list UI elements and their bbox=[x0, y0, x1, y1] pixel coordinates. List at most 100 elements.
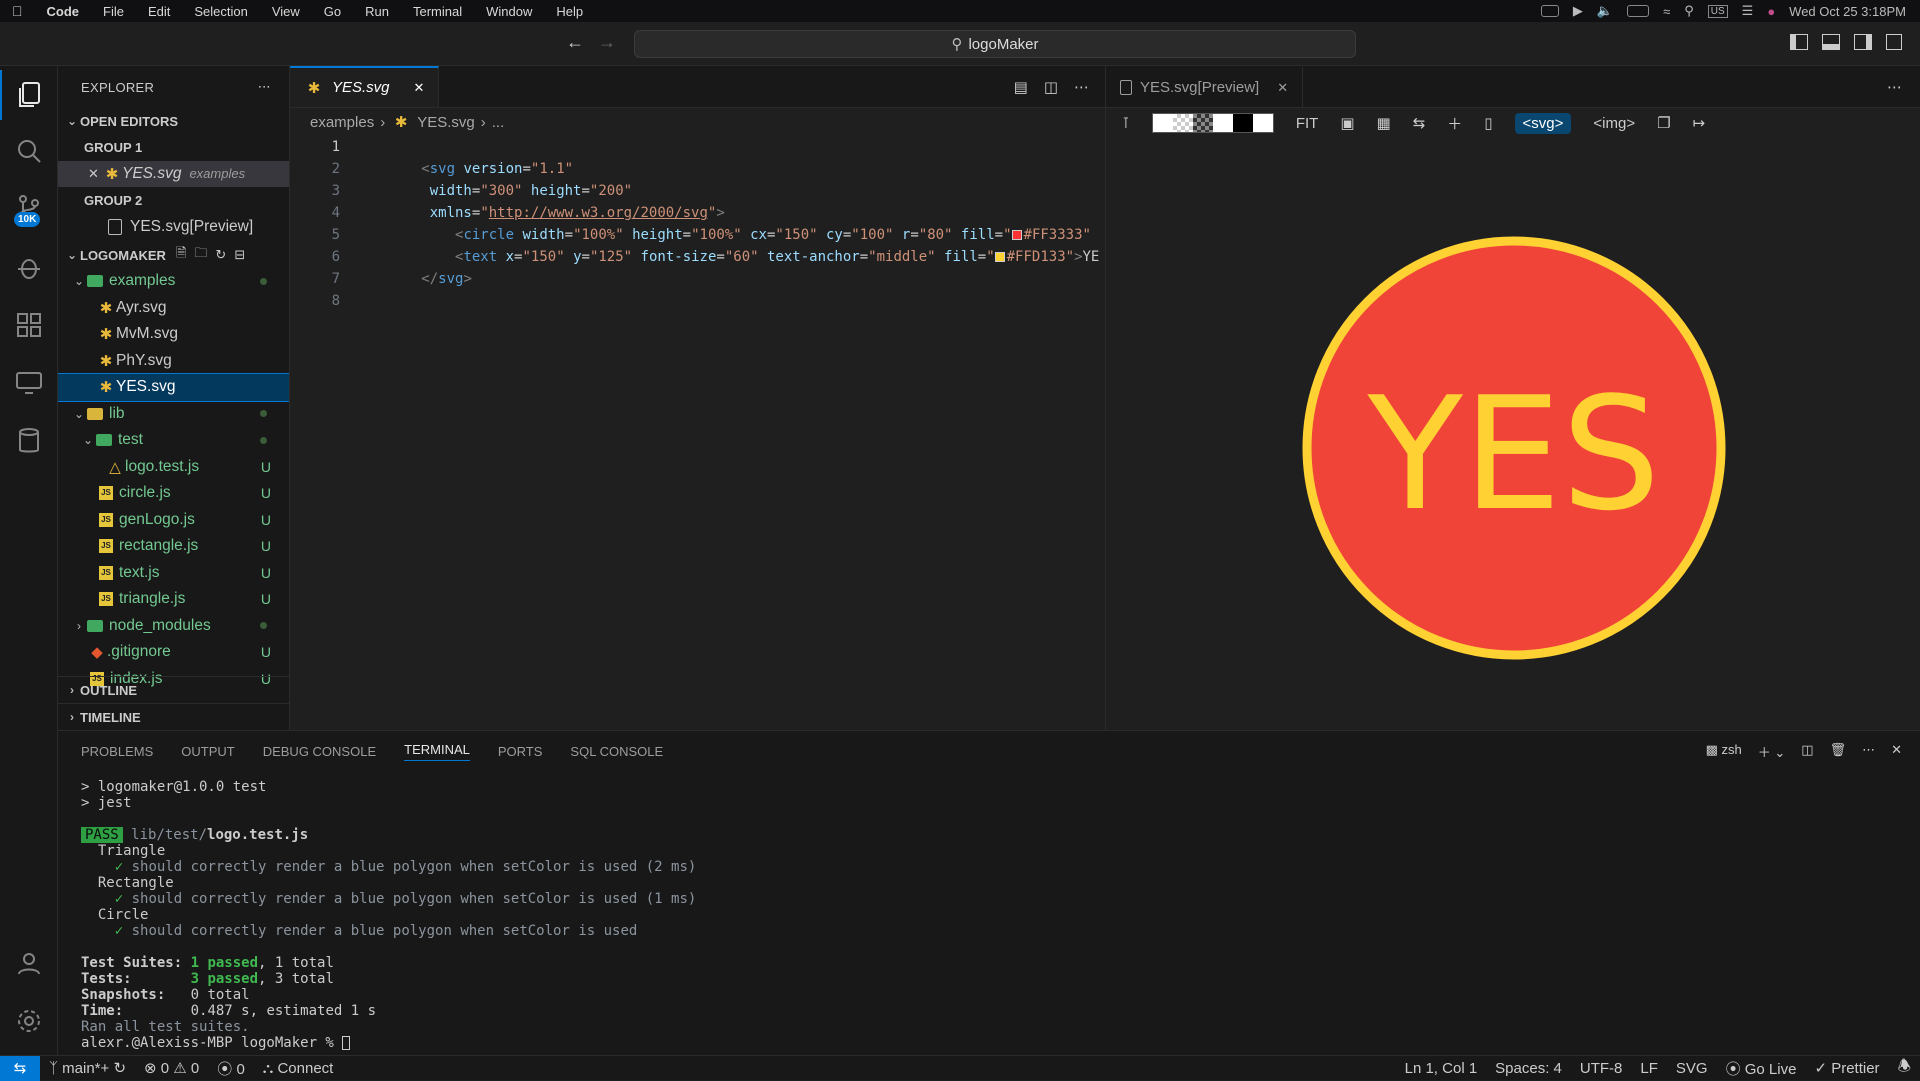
tree-item-phy-svg[interactable]: ✱ PhY.svg bbox=[58, 348, 289, 375]
color-swatch[interactable] bbox=[1011, 230, 1022, 240]
branch-indicator[interactable]: ᛉ main*+ ↻ bbox=[40, 1059, 135, 1077]
ports-indicator[interactable]: ⦿ 0 bbox=[208, 1058, 254, 1079]
open-editor-preview[interactable]: YES.svg[Preview] bbox=[58, 214, 289, 241]
spotlight-icon[interactable]: ⚲ bbox=[1684, 3, 1694, 19]
breadcrumb-folder[interactable]: examples bbox=[310, 114, 374, 131]
tree-item-test[interactable]: ⌄ test bbox=[58, 427, 289, 454]
database-icon[interactable] bbox=[0, 416, 58, 466]
tree-item-triangle-js[interactable]: JS triangle.js U bbox=[58, 586, 289, 613]
accounts-icon[interactable] bbox=[0, 938, 58, 988]
menu-go[interactable]: Go bbox=[312, 4, 353, 19]
cursor-position[interactable]: Ln 1, Col 1 bbox=[1396, 1060, 1487, 1077]
menu-selection[interactable]: Selection bbox=[182, 4, 259, 19]
background-picker[interactable] bbox=[1151, 113, 1274, 133]
tab-terminal[interactable]: TERMINAL bbox=[404, 742, 470, 761]
wifi-icon[interactable]: ≈ bbox=[1663, 4, 1670, 19]
notifications-bell-icon[interactable]: 🕭 bbox=[1889, 1056, 1920, 1081]
extensions-icon[interactable] bbox=[0, 300, 58, 350]
prettier-status[interactable]: ✓ Prettier bbox=[1805, 1059, 1888, 1077]
tab-output[interactable]: OUTPUT bbox=[181, 744, 234, 759]
toggle-panel-icon[interactable] bbox=[1822, 34, 1840, 50]
terminal-output[interactable]: > logomaker@1.0.0 test > jest PASS lib/te… bbox=[81, 779, 696, 1051]
breadcrumb-symbol[interactable]: ... bbox=[492, 114, 505, 131]
kill-terminal-icon[interactable]: 🗑 bbox=[1830, 742, 1847, 761]
open-external-icon[interactable]: ↦ bbox=[1693, 114, 1706, 132]
end-of-line[interactable]: LF bbox=[1631, 1060, 1667, 1077]
run-debug-icon[interactable] bbox=[0, 242, 58, 292]
explorer-icon[interactable] bbox=[0, 70, 58, 120]
refresh-icon[interactable]: ↻ bbox=[215, 247, 226, 263]
battery-icon[interactable] bbox=[1627, 5, 1650, 17]
tree-item-genlogo-js[interactable]: JS genLogo.js U bbox=[58, 507, 289, 534]
customize-layout-icon[interactable] bbox=[1886, 34, 1902, 50]
split-terminal-icon[interactable]: ◫ bbox=[1801, 742, 1813, 761]
menu-window[interactable]: Window bbox=[474, 4, 544, 19]
menu-terminal[interactable]: Terminal bbox=[401, 4, 474, 19]
copy-icon[interactable]: ❐ bbox=[1657, 114, 1670, 132]
menu-file[interactable]: File bbox=[91, 4, 136, 19]
close-icon[interactable]: ✕ bbox=[1277, 80, 1288, 96]
zoom-fit-icon[interactable]: ▣ bbox=[1340, 114, 1354, 132]
tree-item-examples[interactable]: ⌄ examples bbox=[58, 268, 289, 295]
terminal-shell-icon[interactable]: ▩ zsh bbox=[1706, 742, 1742, 761]
fit-button[interactable]: FIT bbox=[1296, 115, 1319, 132]
tree-item-yes-svg[interactable]: ✱ YES.svg bbox=[58, 373, 289, 402]
tree-item-rectangle-js[interactable]: JS rectangle.js U bbox=[58, 533, 289, 560]
siri-icon[interactable]: ● bbox=[1767, 4, 1775, 19]
settings-gear-icon[interactable] bbox=[0, 996, 58, 1046]
command-center-search[interactable]: ⚲ logoMaker bbox=[634, 30, 1356, 58]
control-center-icon[interactable]: ☰ bbox=[1742, 3, 1754, 19]
tab-sql-console[interactable]: SQL CONSOLE bbox=[570, 744, 663, 759]
tree-item-lib[interactable]: ⌄ lib bbox=[58, 401, 289, 428]
search-view-icon[interactable] bbox=[0, 126, 58, 176]
apple-icon[interactable]:  bbox=[0, 3, 35, 19]
split-editor-icon[interactable]: ◫ bbox=[1044, 78, 1058, 96]
swap-icon[interactable]: ⇆ bbox=[1413, 114, 1426, 132]
new-terminal-icon[interactable]: ＋ ⌄ bbox=[1758, 742, 1786, 761]
tab-debug-console[interactable]: DEBUG CONSOLE bbox=[263, 744, 376, 759]
open-editors-section[interactable]: ⌄ OPEN EDITORS bbox=[58, 108, 289, 134]
screen-mirror-icon[interactable] bbox=[1540, 5, 1559, 17]
language-mode[interactable]: SVG bbox=[1667, 1060, 1717, 1077]
go-live-button[interactable]: ⦿ Go Live bbox=[1717, 1058, 1806, 1079]
close-icon[interactable]: ✕ bbox=[88, 166, 102, 182]
breadcrumb-file[interactable]: YES.svg bbox=[417, 114, 475, 131]
tree-item-logo-test-js[interactable]: △ logo.test.js U bbox=[58, 454, 289, 481]
forward-arrow-icon[interactable]: → bbox=[598, 32, 616, 53]
open-preview-icon[interactable]: ▤ bbox=[1014, 78, 1028, 96]
document-icon[interactable]: ▯ bbox=[1484, 114, 1492, 132]
outline-section[interactable]: › OUTLINE bbox=[58, 676, 289, 703]
tab-yes-svg[interactable]: ✱ YES.svg ✕ bbox=[290, 66, 440, 107]
tree-item--gitignore[interactable]: ◆ .gitignore U bbox=[58, 639, 289, 666]
tree-item-ayr-svg[interactable]: ✱ Ayr.svg bbox=[58, 295, 289, 322]
tree-item-node-modules[interactable]: › node_modules bbox=[58, 613, 289, 640]
problems-indicator[interactable]: ⊗ 0 ⚠ 0 bbox=[135, 1059, 208, 1077]
menu-run[interactable]: Run bbox=[353, 4, 401, 19]
toggle-primary-sidebar-icon[interactable] bbox=[1790, 34, 1808, 50]
tab-problems[interactable]: PROBLEMS bbox=[81, 744, 153, 759]
menu-app-name[interactable]: Code bbox=[35, 4, 92, 19]
preview-more-icon[interactable]: ⋯ bbox=[1887, 78, 1902, 96]
more-actions-icon[interactable]: ⋯ bbox=[258, 79, 271, 95]
remote-explorer-icon[interactable] bbox=[0, 358, 58, 408]
remote-indicator-icon[interactable]: ⇆ bbox=[0, 1055, 40, 1081]
encoding[interactable]: UTF-8 bbox=[1571, 1060, 1632, 1077]
close-panel-icon[interactable]: ✕ bbox=[1891, 742, 1902, 761]
new-folder-icon[interactable]: 🗀 bbox=[194, 244, 207, 266]
tab-ports[interactable]: PORTS bbox=[498, 744, 543, 759]
new-file-icon[interactable]: 🗎 bbox=[176, 244, 186, 266]
indentation[interactable]: Spaces: 4 bbox=[1486, 1060, 1571, 1077]
tree-item-circle-js[interactable]: JS circle.js U bbox=[58, 480, 289, 507]
close-icon[interactable]: ✕ bbox=[414, 80, 425, 96]
timeline-section[interactable]: › TIMELINE bbox=[58, 703, 289, 730]
menu-help[interactable]: Help bbox=[544, 4, 595, 19]
play-icon[interactable]: ▶ bbox=[1573, 3, 1583, 19]
code-area[interactable]: 1 2 <svg version="1.1" 3 width="300" hei… bbox=[290, 136, 1105, 312]
svg-mode-button[interactable]: <svg> bbox=[1514, 112, 1572, 134]
add-icon[interactable]: ＋ bbox=[1447, 113, 1462, 134]
collapse-all-icon[interactable]: ⊟ bbox=[234, 247, 245, 263]
img-mode-button[interactable]: <img> bbox=[1593, 115, 1635, 132]
source-control-icon[interactable]: 10K bbox=[0, 182, 58, 232]
menubar-clock[interactable]: Wed Oct 25 3:18PM bbox=[1789, 4, 1906, 19]
pin-icon[interactable]: ⊺ bbox=[1122, 114, 1130, 132]
